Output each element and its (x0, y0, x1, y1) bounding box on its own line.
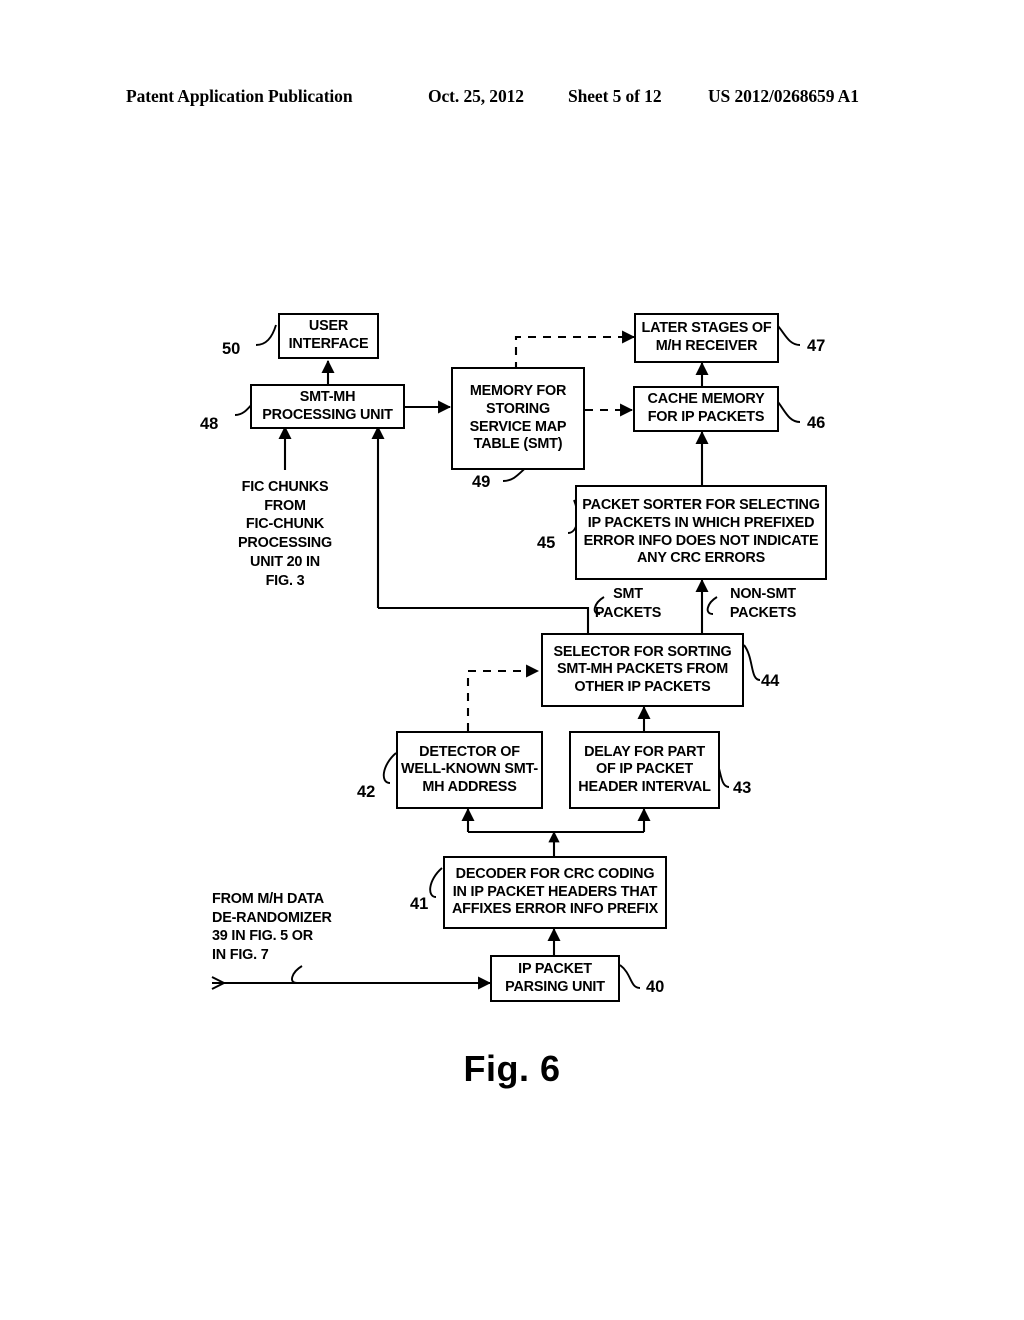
figure-caption: Fig. 6 (463, 1048, 561, 1089)
block-decoder-crc-coding[interactable]: DECODER FOR CRC CODING IN IP PACKET HEAD… (443, 856, 667, 929)
block-smt-mh-processing-unit[interactable]: SMT-MH PROCESSING UNIT (250, 384, 405, 429)
leader-derandomizer (291, 965, 303, 984)
annotation-fic-chunks-source: FIC CHUNKS FROM FIC-CHUNK PROCESSING UNI… (238, 479, 332, 589)
block-later-stages-mh-receiver-label: LATER STAGES OF M/H RECEIVER (641, 320, 772, 354)
block-packet-sorter-label: PACKET SORTER FOR SELECTING IP PACKETS I… (582, 497, 820, 567)
block-selector-smt-mh-packets-label: SELECTOR FOR SORTING SMT-MH PACKETS FROM… (553, 643, 732, 695)
leader-50 (255, 324, 277, 346)
annotation-derandomizer-source: FROM M/H DATA DE-RANDOMIZER 39 IN FIG. 5… (212, 891, 332, 964)
block-delay-ip-packet-header[interactable]: DELAY FOR PART OF IP PACKET HEADER INTER… (569, 731, 720, 809)
input-arrowhead-open (211, 976, 227, 990)
block-later-stages-mh-receiver[interactable]: LATER STAGES OF M/H RECEIVER (634, 313, 779, 363)
refnum-50: 50 (222, 340, 241, 358)
block-user-interface-label: USER INTERFACE (288, 318, 369, 352)
refnum-49: 49 (472, 473, 491, 491)
figure-6-block-diagram: USER INTERFACE 50 SMT-MH PROCESSING UNIT… (0, 0, 1024, 1320)
block-smt-mh-processing-unit-label: SMT-MH PROCESSING UNIT (262, 388, 393, 423)
leader-40 (619, 964, 641, 989)
refnum-40: 40 (646, 978, 665, 996)
refnum-41: 41 (410, 895, 429, 913)
leader-42 (382, 752, 397, 784)
wire-49-to-47-dashed (514, 330, 636, 370)
annotation-smt-packets: SMT PACKETS (594, 586, 662, 621)
wire-44-smt-output-path (378, 606, 590, 633)
refnum-46: 46 (807, 414, 826, 432)
refnum-48: 48 (200, 415, 219, 433)
block-ip-packet-parsing-unit-label: IP PACKET PARSING UNIT (505, 960, 605, 995)
diagram-connectors (211, 324, 801, 990)
block-detector-smt-mh-address-label: DETECTOR OF WELL-KNOWN SMT-MH ADDRESS (401, 743, 538, 795)
block-ip-packet-parsing-unit[interactable]: IP PACKET PARSING UNIT (490, 955, 620, 1002)
leader-44 (743, 644, 761, 681)
leader-non-smt-packets (706, 596, 718, 615)
leader-47 (777, 325, 801, 346)
refnum-42: 42 (357, 783, 376, 801)
annotation-non-smt-packets: NON-SMT PACKETS (729, 586, 797, 621)
wire-42-to-44-dashed (466, 664, 540, 731)
block-selector-smt-mh-packets[interactable]: SELECTOR FOR SORTING SMT-MH PACKETS FROM… (541, 633, 744, 707)
block-detector-smt-mh-address[interactable]: DETECTOR OF WELL-KNOWN SMT-MH ADDRESS (396, 731, 543, 809)
block-user-interface[interactable]: USER INTERFACE (278, 313, 379, 359)
refnum-44: 44 (761, 672, 780, 690)
block-cache-memory-ip-packets[interactable]: CACHE MEMORY FOR IP PACKETS (633, 386, 779, 432)
block-decoder-crc-coding-label: DECODER FOR CRC CODING IN IP PACKET HEAD… (451, 866, 659, 918)
refnum-43: 43 (733, 779, 752, 797)
block-delay-ip-packet-header-label: DELAY FOR PART OF IP PACKET HEADER INTER… (578, 743, 711, 795)
leader-41 (429, 867, 443, 898)
leader-46 (777, 401, 801, 423)
block-memory-service-map-table[interactable]: MEMORY FOR STORING SERVICE MAP TABLE (SM… (451, 367, 585, 470)
block-cache-memory-ip-packets-label: CACHE MEMORY FOR IP PACKETS (647, 391, 765, 425)
refnum-45: 45 (537, 534, 556, 552)
refnum-47: 47 (807, 337, 826, 355)
block-packet-sorter[interactable]: PACKET SORTER FOR SELECTING IP PACKETS I… (575, 485, 827, 580)
block-memory-service-map-table-label: MEMORY FOR STORING SERVICE MAP TABLE (SM… (469, 383, 567, 453)
